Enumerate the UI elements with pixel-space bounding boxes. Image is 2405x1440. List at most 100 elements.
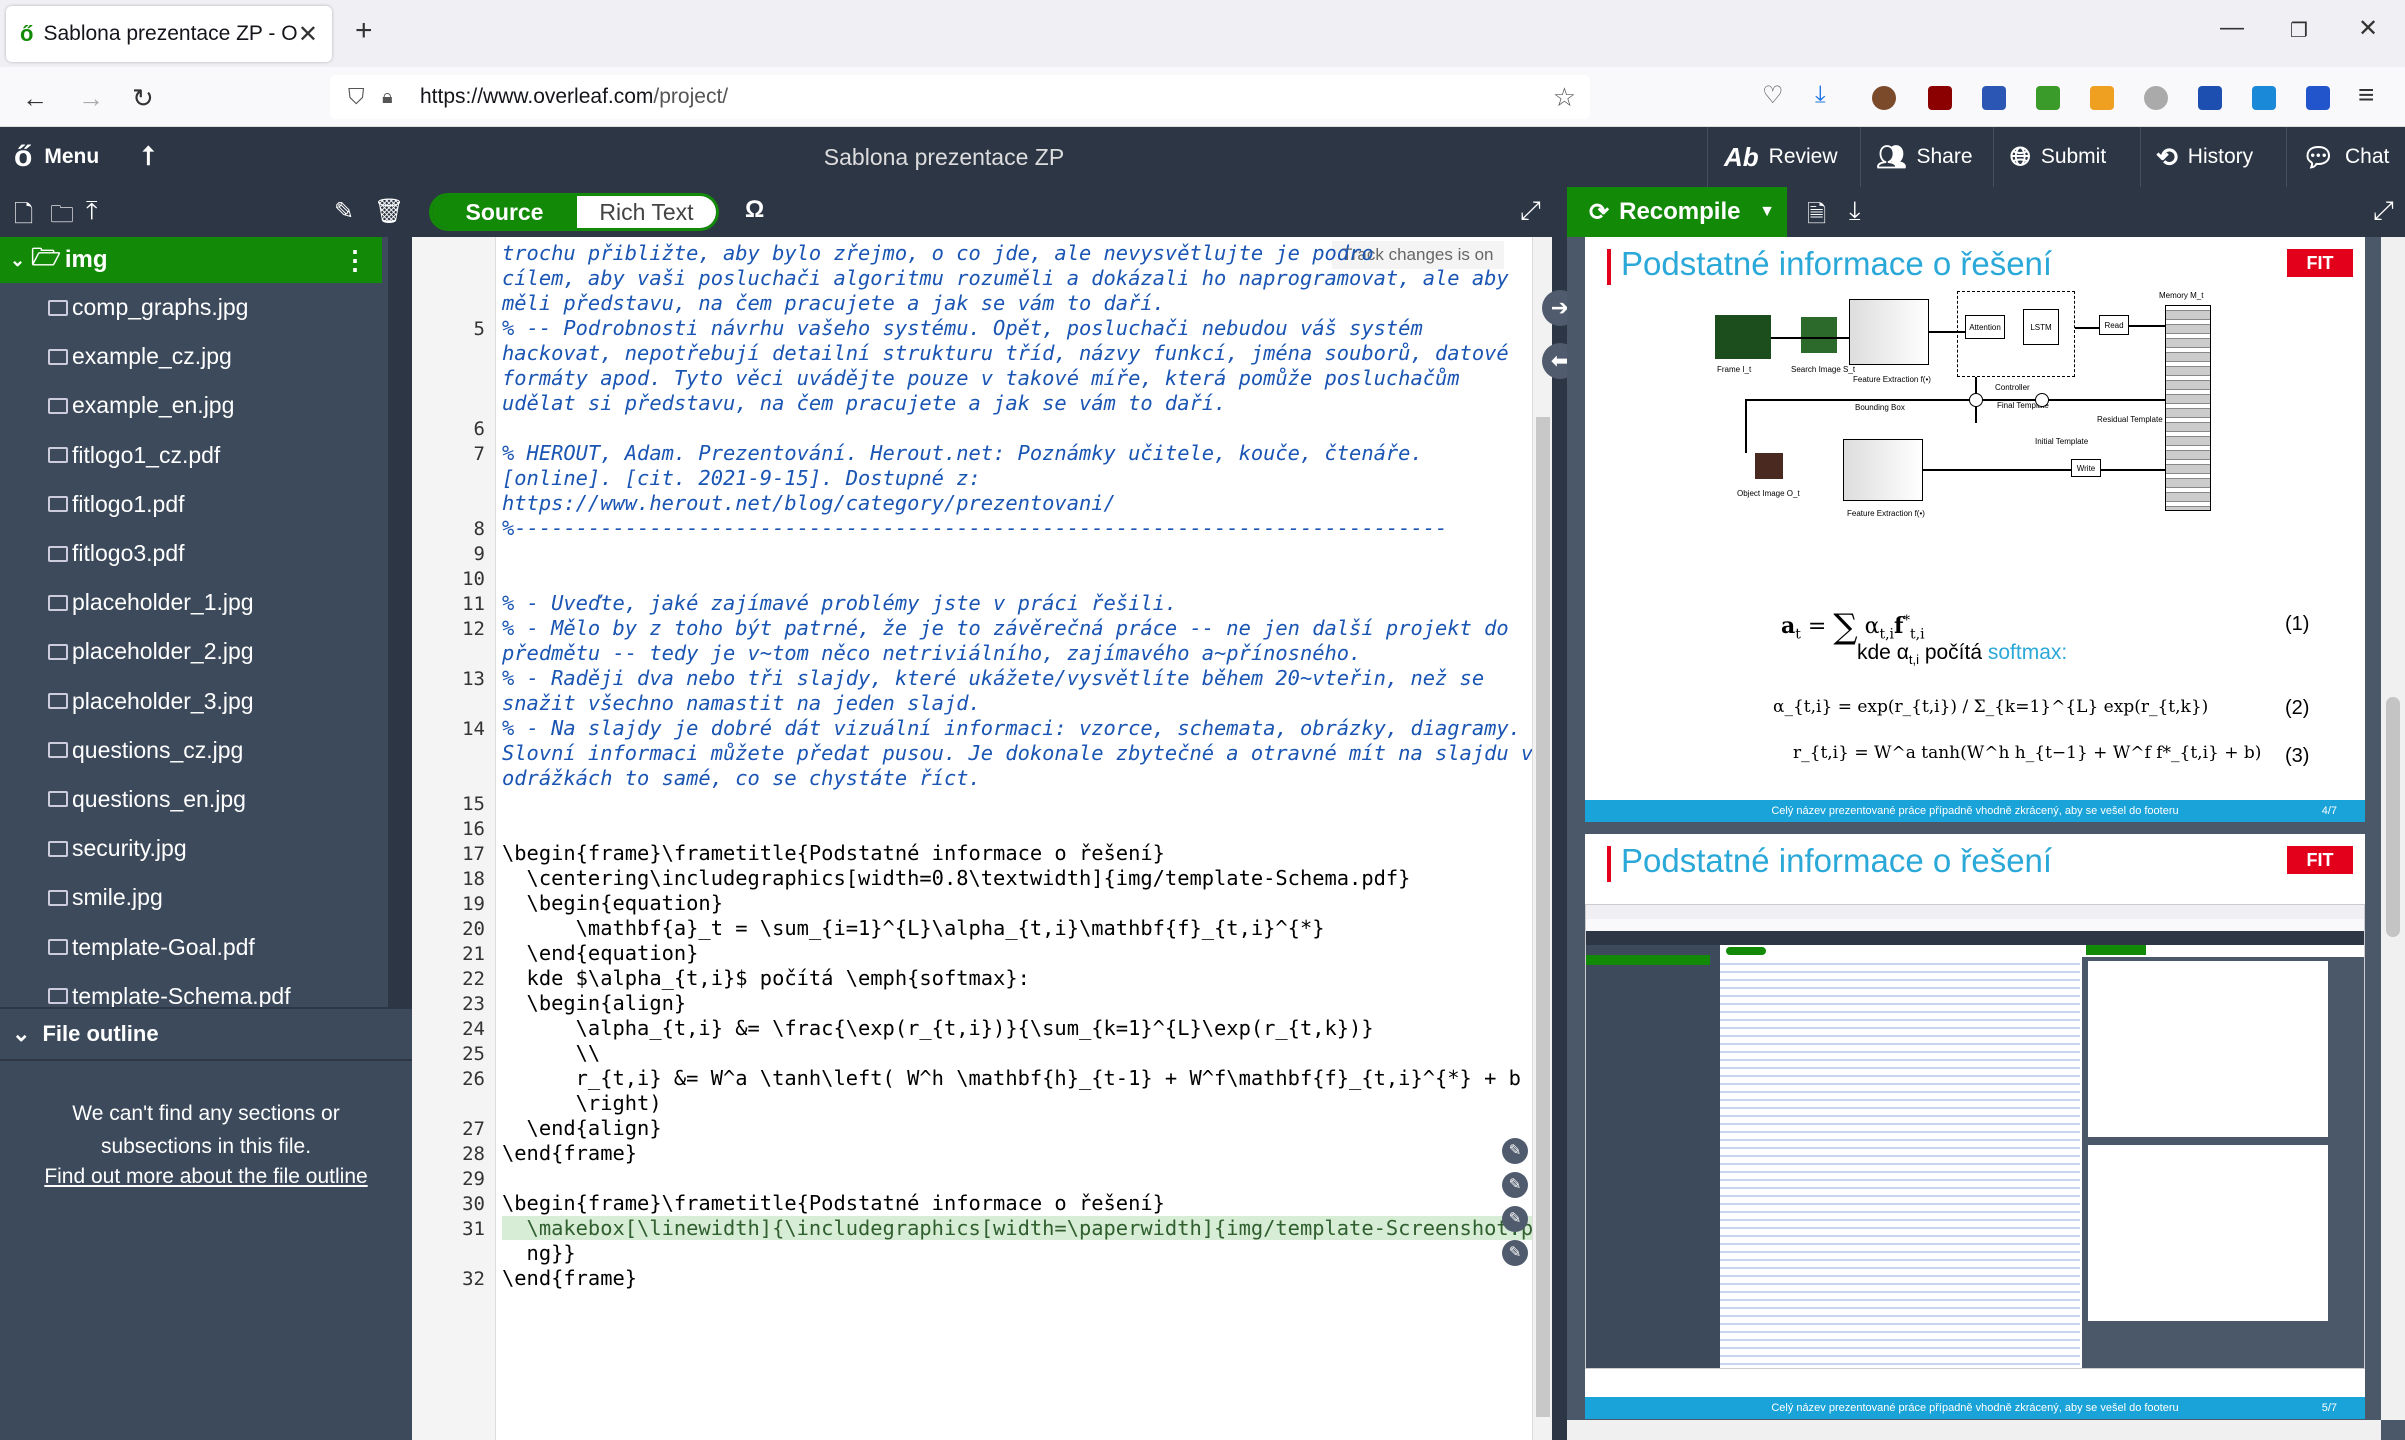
code-line[interactable]: snažit všechno namastit na jeden slajd. bbox=[502, 691, 981, 715]
folder-img[interactable]: ⌄ 🗁 img ⋮ bbox=[0, 237, 382, 283]
extension-forms-icon[interactable] bbox=[1982, 86, 2006, 110]
file-item[interactable]: smile.jpg bbox=[0, 873, 412, 922]
extension-badge-icon[interactable] bbox=[2090, 86, 2114, 110]
pdf-horizontal-scrollbar[interactable] bbox=[1567, 1420, 2381, 1440]
url-input[interactable]: ⛉ 🔒︎ https://www.overleaf.com/project/ ☆ bbox=[330, 75, 1590, 119]
code-line[interactable]: https://www.herout.net/blog/category/pre… bbox=[502, 491, 1116, 515]
review-button[interactable]: Ab Review bbox=[1724, 127, 1838, 187]
extension-arrow-icon[interactable] bbox=[2036, 86, 2060, 110]
code-line[interactable]: \centering\includegraphics[width=0.8\tex… bbox=[502, 866, 1411, 890]
back-icon[interactable]: ← bbox=[22, 83, 48, 114]
extension-blue-icon[interactable] bbox=[2198, 86, 2222, 110]
file-item[interactable]: template-Schema.pdf bbox=[0, 972, 412, 1007]
code-line[interactable]: \end{align} bbox=[502, 1116, 662, 1140]
code-line[interactable]: \end{frame} bbox=[502, 1141, 637, 1165]
file-item[interactable]: fitlogo1_cz.pdf bbox=[0, 431, 412, 480]
new-file-icon[interactable]: 🗋 bbox=[14, 197, 33, 238]
code-line[interactable]: cílem, aby vaši posluchači algoritmu roz… bbox=[502, 266, 1509, 290]
code-line[interactable]: \end{equation} bbox=[502, 941, 699, 965]
code-line[interactable]: %---------------------------------------… bbox=[502, 516, 1447, 540]
code-line[interactable]: ng}} bbox=[502, 1241, 576, 1265]
source-tab[interactable]: Source bbox=[432, 196, 577, 228]
comment-icon[interactable]: ✎ bbox=[1502, 1206, 1528, 1232]
comment-icon[interactable]: ✎ bbox=[1502, 1240, 1528, 1266]
file-outline-link[interactable]: Find out more about the file outline bbox=[0, 1165, 412, 1189]
code-line[interactable]: % - Uveďte, jaké zajímavé problémy jste … bbox=[502, 591, 1177, 615]
code-line[interactable]: Slovní informaci můžete předat pusou. Je… bbox=[502, 741, 1532, 765]
file-tree-scrollbar[interactable] bbox=[388, 237, 412, 1007]
file-item[interactable]: fitlogo3.pdf bbox=[0, 529, 412, 578]
folder-menu-icon[interactable]: ⋮ bbox=[342, 245, 368, 276]
reload-icon[interactable]: ↻ bbox=[132, 83, 154, 114]
file-item[interactable]: template-Goal.pdf bbox=[0, 922, 412, 971]
extension-notify-icon[interactable] bbox=[2252, 86, 2276, 110]
upload-icon[interactable]: ⤒ bbox=[86, 195, 98, 227]
new-folder-icon[interactable]: 🗀 bbox=[50, 197, 74, 238]
maximize-icon[interactable]: ❐ bbox=[2290, 18, 2308, 43]
new-tab-icon[interactable]: + bbox=[355, 14, 373, 48]
browser-tab[interactable]: ő Sablona prezentace ZP - Online ✕ bbox=[6, 6, 332, 62]
expand-pdf-icon[interactable]: ⤢ bbox=[2373, 195, 2394, 227]
code-editor[interactable]: Track changes is on trochu přibližte, ab… bbox=[496, 237, 1532, 1440]
code-line[interactable]: \mathbf{a}_t = \sum_{i=1}^{L}\alpha_{t,i… bbox=[502, 916, 1325, 940]
bookmark-star-icon[interactable]: ☆ bbox=[1553, 82, 1576, 113]
comment-icon[interactable]: ✎ bbox=[1502, 1138, 1528, 1164]
rich-text-tab[interactable]: Rich Text bbox=[577, 196, 716, 228]
profile-icon[interactable] bbox=[1872, 86, 1896, 110]
file-outline-header[interactable]: ⌄ File outline bbox=[0, 1009, 412, 1061]
file-item[interactable]: example_en.jpg bbox=[0, 381, 412, 430]
code-line[interactable]: \alpha_{t,i} &= \frac{\exp(r_{t,i})}{\su… bbox=[502, 1016, 1374, 1040]
delete-icon[interactable]: 🗑︎ bbox=[374, 197, 404, 226]
share-button[interactable]: 👥︎ Share bbox=[1876, 127, 1973, 187]
project-title[interactable]: Sablona prezentace ZP bbox=[0, 127, 1888, 187]
code-line[interactable]: odrážkách to samé, co se chystáte říct. bbox=[502, 766, 981, 790]
code-line[interactable]: hackovat, nepotřebují detailní strukturu… bbox=[502, 341, 1509, 365]
download-icon[interactable]: ⤓ bbox=[1815, 81, 1826, 109]
submit-button[interactable]: 🌐︎ Submit bbox=[2010, 127, 2106, 187]
recompile-button[interactable]: ⟳ Recompile ▼ bbox=[1567, 187, 1787, 237]
code-line[interactable]: [online]. [cit. 2021-9-15]. Dostupné z: bbox=[502, 466, 981, 490]
browser-menu-icon[interactable]: ≡ bbox=[2358, 79, 2374, 111]
close-window-icon[interactable]: ✕ bbox=[2358, 14, 2378, 43]
history-button[interactable]: ⟲ History bbox=[2156, 127, 2253, 187]
code-line[interactable]: \begin{align} bbox=[502, 991, 687, 1015]
code-line[interactable]: \\ bbox=[502, 1041, 601, 1065]
comment-icon[interactable]: ✎ bbox=[1502, 1172, 1528, 1198]
extension-ublock-icon[interactable] bbox=[1928, 86, 1952, 110]
code-line[interactable]: udělat si představu, na čem pracujete a … bbox=[502, 391, 1226, 415]
code-line[interactable]: % - Na slajdy je dobré dát vizuální info… bbox=[502, 716, 1521, 740]
code-line[interactable]: měli představu, na čem pracujete a jak s… bbox=[502, 291, 1165, 315]
code-line[interactable]: kde $\alpha_{t,i}$ počítá \emph{softmax}… bbox=[502, 966, 1030, 990]
code-line[interactable]: trochu přibližte, aby bylo zřejmo, o co … bbox=[502, 241, 1374, 265]
code-line[interactable]: předmětu -- tedy je v~tom něco netriviál… bbox=[502, 641, 1361, 665]
code-line[interactable]: % - Raději dva nebo tři slajdy, které uk… bbox=[502, 666, 1484, 690]
extension-cap-icon[interactable] bbox=[2306, 86, 2330, 110]
log-icon[interactable]: 🗎 bbox=[1807, 197, 1826, 238]
file-item[interactable]: placeholder_2.jpg bbox=[0, 627, 412, 676]
forward-icon[interactable]: → bbox=[78, 83, 104, 114]
code-line[interactable]: \makebox[\linewidth]{\includegraphics[wi… bbox=[502, 1216, 1532, 1240]
recompile-dropdown-icon[interactable]: ▼ bbox=[1759, 203, 1775, 221]
editor-scrollbar[interactable] bbox=[1532, 237, 1552, 1440]
code-line[interactable]: formáty apod. Tyto věci uvádějte pouze v… bbox=[502, 366, 1460, 390]
code-line[interactable]: \begin{equation} bbox=[502, 891, 723, 915]
file-item[interactable]: comp_graphs.jpg bbox=[0, 283, 412, 332]
code-line[interactable]: r_{t,i} &= W^a \tanh\left( W^h \mathbf{h… bbox=[502, 1066, 1521, 1090]
code-line[interactable]: % -- Podrobnosti návrhu vašeho systému. … bbox=[502, 316, 1423, 340]
code-line[interactable]: \end{frame} bbox=[502, 1266, 637, 1290]
pocket-icon[interactable]: ♡ bbox=[1762, 81, 1784, 110]
code-line[interactable]: % HEROUT, Adam. Prezentování. Herout.net… bbox=[502, 441, 1423, 465]
file-item[interactable]: questions_cz.jpg bbox=[0, 726, 412, 775]
file-item[interactable]: questions_en.jpg bbox=[0, 775, 412, 824]
file-item[interactable]: fitlogo1.pdf bbox=[0, 480, 412, 529]
code-line[interactable]: \begin{frame}\frametitle{Podstatné infor… bbox=[502, 1191, 1165, 1215]
symbol-palette-icon[interactable]: Ω bbox=[745, 196, 764, 224]
editor-pdf-divider[interactable] bbox=[1552, 237, 1567, 1440]
editor-scroll-thumb[interactable] bbox=[1536, 417, 1550, 1417]
download-pdf-icon[interactable]: ⤓ bbox=[1849, 195, 1861, 227]
pdf-scroll-thumb[interactable] bbox=[2386, 697, 2400, 937]
code-line[interactable]: \begin{frame}\frametitle{Podstatné infor… bbox=[502, 841, 1165, 865]
pdf-scrollbar[interactable] bbox=[2381, 237, 2405, 1420]
rename-icon[interactable]: ✎ bbox=[334, 197, 354, 226]
minimize-icon[interactable]: — bbox=[2220, 14, 2244, 42]
